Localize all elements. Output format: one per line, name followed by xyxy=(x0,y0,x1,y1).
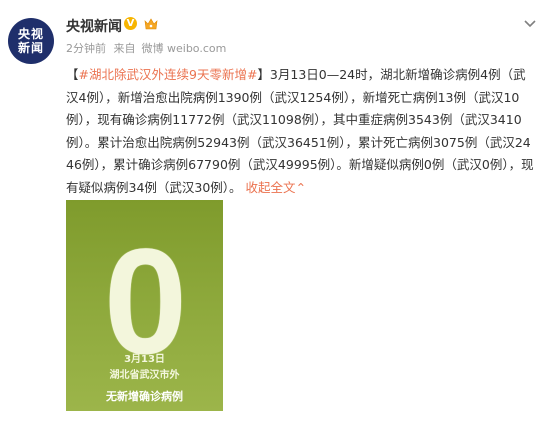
hashtag-link[interactable]: #湖北除武汉外连续9天零新增# xyxy=(79,67,258,82)
avatar[interactable]: 央视 新闻 xyxy=(8,18,54,64)
post-meta: 2分钟前 来自 微博 weibo.com xyxy=(66,40,230,56)
collapse-arrow-icon: ⌃ xyxy=(295,179,307,195)
chevron-down-icon[interactable] xyxy=(522,16,538,32)
post-body: 】3月13日0—24时，湖北新增确诊病例4例（武汉4例），新增治愈出院病例139… xyxy=(66,67,534,195)
verified-icon: V xyxy=(124,17,137,30)
post-text: 【#湖北除武汉外连续9天零新增#】3月13日0—24时，湖北新增确诊病例4例（武… xyxy=(66,64,538,199)
post-image[interactable]: 0 3月13日 湖北省武汉市外 无新增确诊病例 xyxy=(66,200,223,411)
post-source[interactable]: 微博 weibo.com xyxy=(142,42,227,55)
from-label: 来自 xyxy=(113,42,136,55)
avatar-line2: 新闻 xyxy=(17,41,44,55)
image-caption: 无新增确诊病例 xyxy=(106,390,183,403)
member-crown-icon xyxy=(144,18,158,30)
collapse-text-link[interactable]: 收起全文⌃ xyxy=(246,180,307,195)
bracket-open: 【 xyxy=(66,67,79,82)
collapse-label: 收起全文 xyxy=(245,179,296,195)
post-time[interactable]: 2分钟前 xyxy=(66,42,106,55)
image-region: 湖北省武汉市外 xyxy=(109,370,180,381)
image-date: 3月13日 xyxy=(124,354,165,365)
avatar-line1: 央视 xyxy=(17,27,44,41)
user-name[interactable]: 央视新闻 xyxy=(66,16,122,36)
